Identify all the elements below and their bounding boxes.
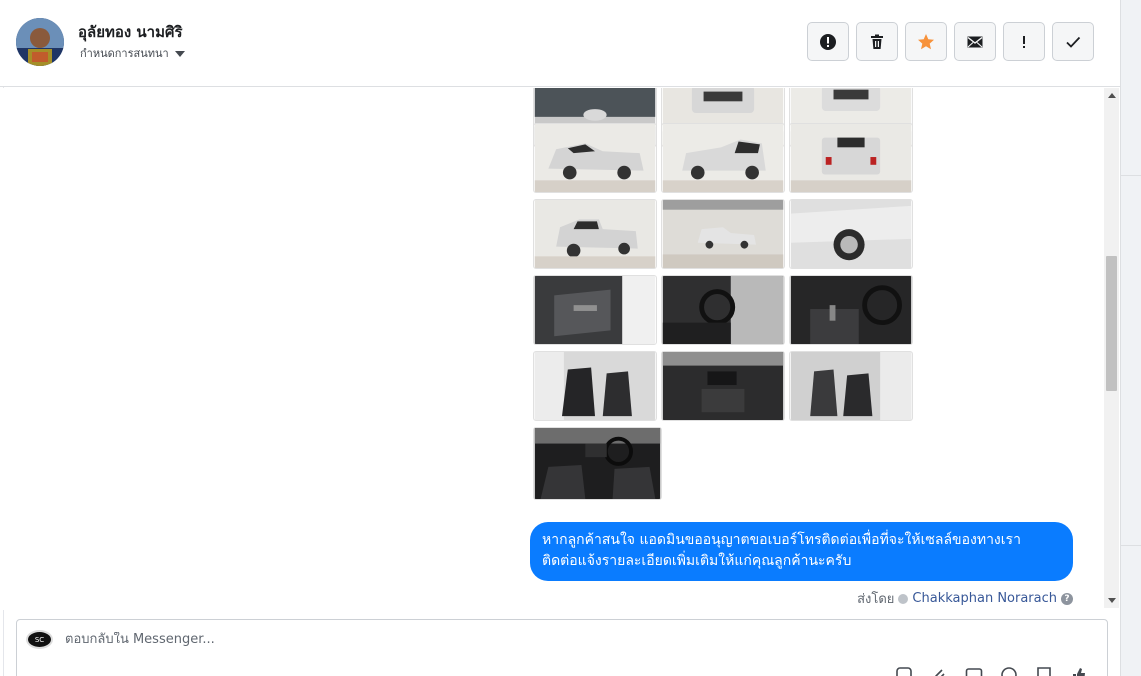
sender-name[interactable]: Chakkaphan Norarach (912, 591, 1057, 606)
car-photo-rear-left[interactable] (533, 199, 657, 269)
mark-unread-button[interactable] (954, 22, 996, 61)
contact-avatar[interactable] (16, 18, 64, 66)
car-photo-front-left[interactable] (533, 123, 657, 193)
scroll-up-arrow-icon[interactable] (1108, 93, 1116, 98)
star-icon (918, 33, 934, 49)
assign-conversation-dropdown[interactable]: กำหนดการสนทนา (80, 44, 185, 62)
car-photo-rear[interactable] (789, 123, 913, 193)
contact-name[interactable]: อุลัยทอง นามศิริ (78, 20, 183, 44)
flag-button[interactable] (1003, 22, 1045, 61)
page-avatar: SC (26, 630, 53, 649)
gif-icon[interactable] (965, 666, 983, 676)
mark-done-button[interactable] (1052, 22, 1094, 61)
thread-scrollbar[interactable] (1104, 88, 1119, 608)
car-photo-interior-overview[interactable] (533, 427, 662, 500)
right-panel-edge (1120, 0, 1141, 676)
envelope-icon (967, 36, 983, 47)
message-line-1: หากลูกค้าสนใจ แอดมินขออนุญาตขอเบอร์โทรติ… (542, 532, 1021, 548)
message-thread: หากลูกค้าสนใจ แอดมินขออนุญาตขอเบอร์โทรติ… (0, 88, 1120, 610)
car-photo-door-panel[interactable] (533, 275, 657, 345)
sent-by-label: ส่งโดย (857, 592, 895, 607)
divider (1121, 545, 1141, 546)
trash-icon (871, 34, 883, 49)
sent-by-info: ส่งโดย Chakkaphan Norarach ? (857, 588, 1073, 609)
chevron-down-icon (174, 50, 185, 57)
thumbs-up-icon[interactable] (1070, 666, 1088, 676)
divider (1121, 175, 1141, 176)
message-line-2: ติดต่อแจ้งรายละเอียดเพิ่มเติมให้แก่คุณลู… (542, 553, 852, 569)
car-photo-dashboard-right[interactable] (789, 275, 913, 345)
exclamation-circle-icon (820, 33, 836, 50)
emoji-icon[interactable] (1000, 666, 1018, 676)
header-actions (807, 22, 1094, 61)
car-photo-console[interactable] (661, 351, 785, 421)
scroll-down-arrow-icon[interactable] (1108, 598, 1116, 603)
spam-button[interactable] (807, 22, 849, 61)
assign-label: กำหนดการสนทนา (80, 47, 169, 60)
car-photo-wheel[interactable] (789, 199, 913, 269)
car-photo-seats-right[interactable] (789, 351, 913, 421)
conversation-header: อุลัยทอง นามศิริ กำหนดการสนทนา (0, 0, 1120, 87)
delete-button[interactable] (856, 22, 898, 61)
car-photo-rear-right[interactable] (661, 123, 785, 193)
reply-composer: SC (16, 619, 1108, 676)
scroll-thumb[interactable] (1106, 256, 1117, 391)
reply-input[interactable] (65, 632, 765, 647)
exclamation-icon (1023, 35, 1025, 48)
sticker-icon[interactable] (1035, 666, 1053, 676)
help-icon[interactable]: ? (1061, 592, 1073, 605)
check-circle-icon (898, 593, 909, 604)
attachment-icon[interactable] (930, 666, 948, 676)
car-photo-side[interactable] (661, 199, 785, 269)
car-photo-dashboard-left[interactable] (661, 275, 785, 345)
star-button[interactable] (905, 22, 947, 61)
car-photo-front-seats[interactable] (533, 351, 657, 421)
composer-tools (895, 666, 1088, 676)
check-icon (1066, 36, 1081, 48)
saved-reply-icon[interactable] (895, 666, 913, 676)
message-bubble[interactable]: หากลูกค้าสนใจ แอดมินขออนุญาตขอเบอร์โทรติ… (530, 522, 1073, 581)
